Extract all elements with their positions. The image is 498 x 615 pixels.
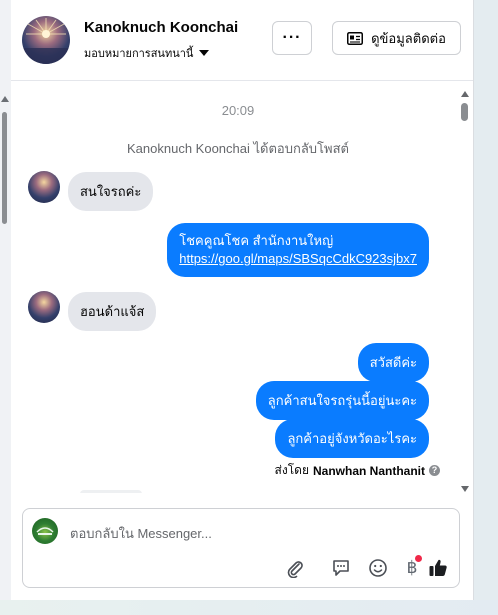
outgoing-message[interactable]: สวัสดีค่ะ bbox=[357, 343, 429, 382]
message-timestamp: 20:09 bbox=[221, 103, 255, 118]
outgoing-message[interactable]: โชคคูณโชค สำนักงานใหญ่ https://goo.gl/ma… bbox=[167, 223, 429, 277]
help-icon[interactable]: ? bbox=[429, 465, 440, 476]
reply-input[interactable]: ตอบกลับใน Messenger... bbox=[70, 523, 212, 544]
outgoing-message[interactable]: ลูกค้าสนใจรถรุ่นนี้อยู่นะคะ bbox=[255, 381, 429, 420]
incoming-message[interactable]: ฮอนด้าแจ้ส bbox=[68, 292, 157, 331]
outgoing-message-text: โชคคูณโชค สำนักงานใหญ่ bbox=[179, 233, 334, 248]
message-thread[interactable]: 20:09 Kanoknuch Koonchai ได้ตอบกลับโพสต์… bbox=[11, 81, 473, 493]
notification-dot bbox=[415, 555, 422, 562]
page-logo-icon bbox=[36, 527, 54, 535]
avatar-photo-icon bbox=[22, 18, 70, 64]
conversation-panel: Kanoknuch Koonchai มอบหมายการสนทนานี้ ··… bbox=[11, 0, 474, 600]
conversation-header: Kanoknuch Koonchai มอบหมายการสนทนานี้ ··… bbox=[11, 0, 473, 81]
sender-avatar[interactable] bbox=[28, 291, 60, 323]
caret-down-icon bbox=[199, 50, 210, 56]
left-scroll-up-arrow-icon[interactable] bbox=[1, 96, 9, 102]
incoming-message[interactable]: สนใจรถค่ะ bbox=[68, 172, 154, 211]
left-scroll-thumb[interactable] bbox=[2, 112, 7, 224]
sent-by-info: ส่งโดย Nanwhan Nanthanit ? bbox=[275, 461, 440, 480]
sent-by-prefix: ส่งโดย bbox=[274, 463, 309, 477]
message-composer: ตอบกลับใน Messenger... ฿ bbox=[22, 508, 460, 588]
emoji-button[interactable] bbox=[368, 558, 388, 578]
attach-file-button[interactable] bbox=[285, 558, 305, 578]
thread-scroll-down-arrow-icon[interactable] bbox=[461, 486, 469, 492]
more-dots-icon: ··· bbox=[282, 29, 302, 46]
sent-by-name: Nanwhan Nanthanit bbox=[312, 463, 425, 478]
thread-scroll-up-arrow-icon[interactable] bbox=[461, 91, 469, 97]
like-icon bbox=[429, 559, 447, 576]
contact-avatar[interactable] bbox=[22, 16, 70, 64]
left-pane-scrollbar[interactable] bbox=[0, 0, 11, 600]
contact-card-icon bbox=[347, 31, 364, 45]
assign-conversation-dropdown[interactable]: มอบหมายการสนทนานี้ bbox=[84, 44, 210, 62]
like-button[interactable] bbox=[428, 558, 448, 578]
sender-avatar[interactable] bbox=[28, 171, 60, 203]
saved-reply-icon bbox=[333, 560, 349, 576]
window-bottom-edge bbox=[0, 600, 498, 615]
page-avatar bbox=[32, 518, 58, 544]
paperclip-icon bbox=[287, 561, 303, 578]
reply-to-post-notice: Kanoknuch Koonchai ได้ตอบกลับโพสต์ bbox=[127, 141, 349, 156]
view-contact-label: ดูข้อมูลติดต่อ bbox=[371, 30, 446, 46]
assign-label: มอบหมายการสนทนานี้ bbox=[84, 48, 194, 60]
outgoing-message[interactable]: ลูกค้าอยู่จังหวัดอะไรคะ bbox=[275, 419, 429, 458]
view-contact-button[interactable]: ดูข้อมูลติดต่อ bbox=[332, 21, 461, 55]
payment-button[interactable]: ฿ bbox=[402, 555, 422, 578]
map-link[interactable]: https://goo.gl/maps/SBSqcCdkC923sjbx7 bbox=[179, 251, 417, 266]
contact-name: Kanoknuch Koonchai bbox=[84, 19, 239, 36]
more-options-button[interactable]: ··· bbox=[272, 21, 312, 55]
emoji-icon bbox=[369, 559, 387, 577]
saved-replies-button[interactable] bbox=[331, 558, 351, 578]
partial-message-placeholder bbox=[80, 490, 142, 493]
